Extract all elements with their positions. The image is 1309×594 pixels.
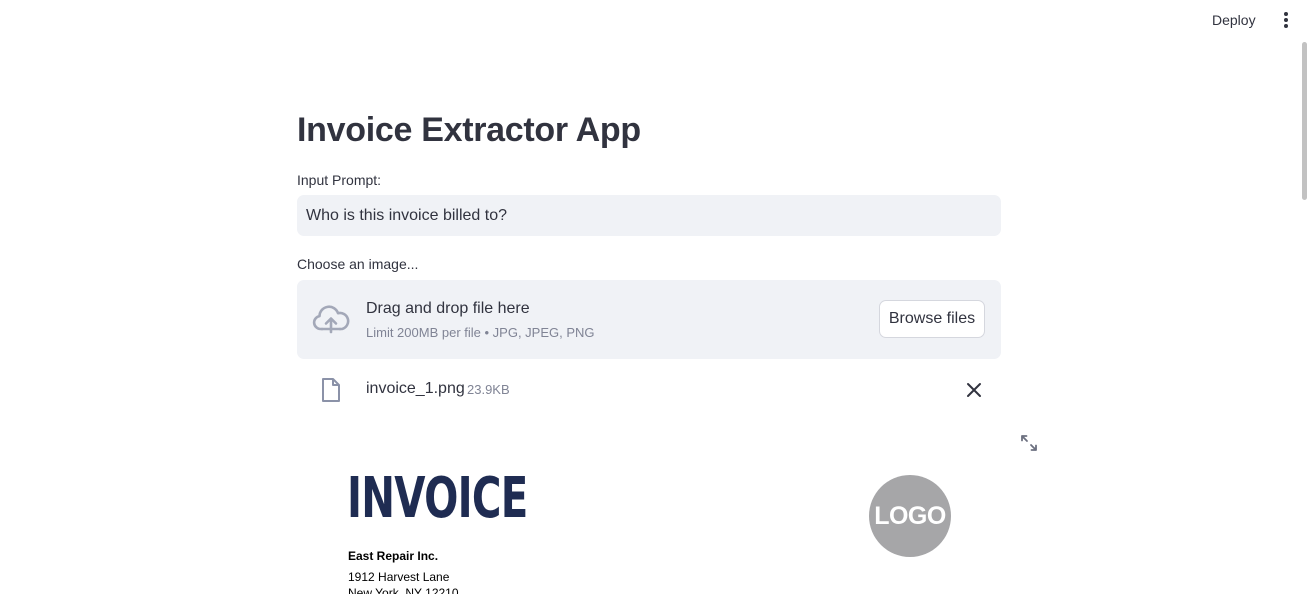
- logo-text: LOGO: [874, 502, 946, 530]
- dropzone-limits: Limit 200MB per file • JPG, JPEG, PNG: [366, 325, 595, 340]
- scrollbar[interactable]: [1300, 0, 1309, 594]
- uploaded-file-name: invoice_1.png: [366, 380, 465, 397]
- dropzone-title: Drag and drop file here: [366, 300, 530, 317]
- logo-placeholder: LOGO: [869, 475, 951, 557]
- invoice-image-preview: INVOICE LOGO East Repair Inc. 1912 Harve…: [297, 452, 1001, 594]
- file-icon: [322, 378, 340, 402]
- browse-files-button[interactable]: Browse files: [879, 300, 985, 338]
- file-dropzone[interactable]: Drag and drop file here Limit 200MB per …: [297, 280, 1001, 359]
- fullscreen-expand-icon[interactable]: [1020, 434, 1038, 452]
- prompt-input[interactable]: Who is this invoice billed to?: [297, 195, 1001, 236]
- cloud-upload-icon: [312, 305, 350, 334]
- close-icon[interactable]: [965, 381, 983, 399]
- vertical-ellipsis-icon[interactable]: [1279, 11, 1293, 29]
- scrollbar-thumb[interactable]: [1302, 42, 1307, 200]
- app-window: Deploy Invoice Extractor App Input Promp…: [0, 0, 1309, 594]
- invoice-address-line1: 1912 Harvest Lane: [348, 570, 450, 584]
- page-title: Invoice Extractor App: [297, 111, 641, 149]
- invoice-heading: INVOICE: [347, 466, 528, 531]
- input-prompt-label: Input Prompt:: [297, 172, 382, 188]
- uploaded-file-size: 23.9KB: [467, 382, 510, 397]
- file-uploader-label: Choose an image...: [297, 256, 419, 272]
- invoice-address-line2: New York, NY 12210: [348, 586, 459, 594]
- invoice-company-name: East Repair Inc.: [348, 549, 439, 563]
- deploy-button[interactable]: Deploy: [1208, 11, 1260, 29]
- uploaded-file-row: invoice_1.png 23.9KB: [297, 370, 1001, 410]
